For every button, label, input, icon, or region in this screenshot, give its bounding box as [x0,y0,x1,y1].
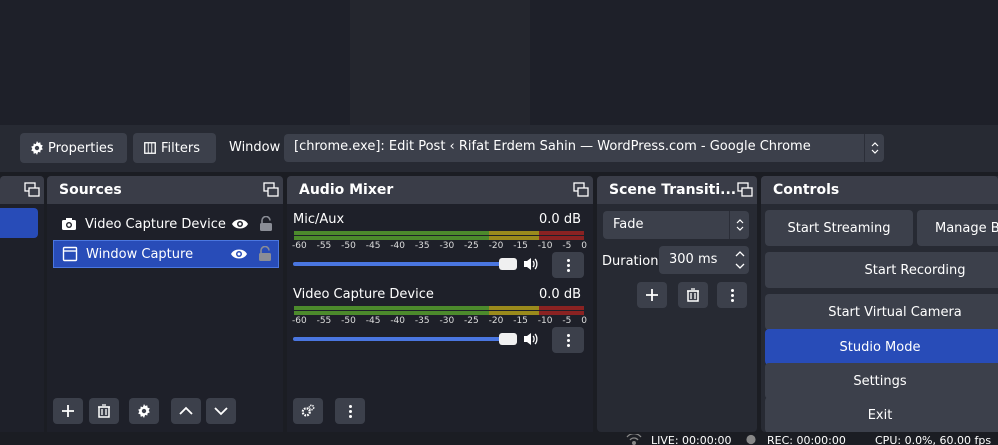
add-source-button[interactable] [53,398,83,424]
source-toolbar: Properties Filters Window [chrome.exe]: … [0,125,998,172]
filter-icon [144,142,156,154]
start-streaming-button[interactable]: Start Streaming [765,210,913,246]
advanced-audio-button[interactable] [293,398,323,424]
duration-value: 300 ms [669,252,718,267]
sources-dock: Sources Video Capture Device Window Capt… [47,176,283,432]
dock-float-icon[interactable] [573,182,589,198]
speaker-icon[interactable] [523,256,539,272]
start-recording-button[interactable]: Start Recording [765,252,998,288]
exit-button[interactable]: Exit [765,397,998,433]
window-label: Window [229,140,281,155]
transition-menu-button[interactable] [717,282,747,308]
move-down-button[interactable] [206,398,236,424]
volume-meter [294,231,584,241]
trash-icon [687,288,699,302]
gear-icon [138,404,150,418]
source-label: Video Capture Device [85,216,226,232]
cpu-usage: CPU: 0.0%, 60.00 fps [875,434,992,445]
streaming-signal-icon [626,434,642,445]
move-up-button[interactable] [171,398,201,424]
filters-label: Filters [161,140,200,156]
rec-timer: REC: 00:00:00 [767,434,846,445]
live-timer: LIVE: 00:00:00 [651,434,732,445]
properties-label: Properties [48,140,114,156]
plus-icon [646,289,658,301]
controls-title: Controls [761,176,998,204]
scene-item-selected[interactable] [0,208,38,238]
sources-dock-title: Sources [47,176,283,204]
chevron-updown-icon [729,211,749,239]
audio-mixer-title: Audio Mixer [287,176,593,204]
channel-menu-button[interactable] [552,327,584,353]
manage-broadcast-button[interactable]: Manage Br [917,210,998,246]
source-item-window-capture[interactable]: Window Capture [53,240,279,268]
chevron-down-icon [214,407,228,416]
lock-icon[interactable] [259,216,273,232]
window-select[interactable]: [chrome.exe]: Edit Post ‹ Rifat Erdem Sa… [284,134,884,162]
transition-select[interactable]: Fade [603,211,749,239]
plus-icon [62,405,74,417]
chevron-updown-icon [864,134,884,162]
window-icon [62,246,78,262]
start-virtual-camera-button[interactable]: Start Virtual Camera [765,294,998,330]
channel-name: Mic/Aux [293,212,345,227]
duration-label: Duration [602,254,659,269]
volume-slider[interactable] [293,262,515,266]
studio-mode-button[interactable]: Studio Mode [765,329,998,365]
filters-button[interactable]: Filters [133,133,216,163]
channel-db: 0.0 dB [539,287,581,302]
meter-scale: -60 -55 -50 -45 -40 -35 -30 -25 -20 -15 -10 -5 0 [292,316,587,326]
controls-dock: Controls Start Streaming Manage Br Start… [761,176,998,433]
add-transition-button[interactable] [637,282,667,308]
chevron-up-icon [179,406,193,415]
spin-arrows-icon[interactable] [735,249,745,271]
channel-menu-button[interactable] [552,252,584,278]
sources-list: Video Capture Device Window Capture [47,204,283,432]
volume-slider-handle[interactable] [499,258,517,270]
scene-transitions-dock: Scene Transiti... Fade Duration 300 ms [597,176,757,432]
remove-transition-button[interactable] [678,282,708,308]
audio-mixer-dock: Audio Mixer Mic/Aux 0.0 dB -60 -55 -50 -45-… [287,176,593,432]
speaker-icon[interactable] [523,331,539,347]
dock-float-icon[interactable] [24,182,40,198]
mixer-menu-button[interactable] [335,398,365,424]
transition-value: Fade [613,217,644,232]
audio-mixer-body: Mic/Aux 0.0 dB -60 -55 -50 -45 -40 -35 -30 -25-… [287,204,593,432]
visibility-eye-icon[interactable] [230,248,248,260]
gears-icon [301,404,315,417]
controls-body: Start Streaming Manage Br Start Recordin… [761,204,998,433]
volume-slider[interactable] [293,337,515,341]
settings-button[interactable]: Settings [765,363,998,399]
dock-float-icon[interactable] [263,182,279,198]
gear-icon [31,141,43,155]
remove-source-button[interactable] [89,398,119,424]
source-properties-button[interactable] [129,398,159,424]
duration-spinbox[interactable]: 300 ms [659,246,749,274]
preview-area [0,0,998,125]
preview-right [530,0,998,125]
channel-db: 0.0 dB [539,212,581,227]
properties-button[interactable]: Properties [20,133,127,163]
volume-meter [294,306,584,316]
meter-scale: -60 -55 -50 -45 -40 -35 -30 -25 -20 -15 -10 -5 0 [292,241,587,251]
lock-icon[interactable] [258,246,272,262]
visibility-eye-icon[interactable] [231,218,249,230]
preview-left [0,0,350,125]
preview-canvas [350,0,530,125]
trash-icon [98,404,110,418]
scenes-dock [0,176,44,432]
transitions-body: Fade Duration 300 ms [597,176,757,432]
scenes-list [0,204,44,432]
camera-icon [62,218,76,230]
recording-icon [746,434,756,445]
window-select-value: [chrome.exe]: Edit Post ‹ Rifat Erdem Sa… [294,139,811,154]
source-item-video-capture[interactable]: Video Capture Device [53,210,279,238]
status-bar: LIVE: 00:00:00 REC: 00:00:00 CPU: 0.0%, … [0,432,998,445]
source-label: Window Capture [86,246,194,262]
volume-slider-handle[interactable] [499,333,517,345]
channel-name: Video Capture Device [293,287,434,302]
